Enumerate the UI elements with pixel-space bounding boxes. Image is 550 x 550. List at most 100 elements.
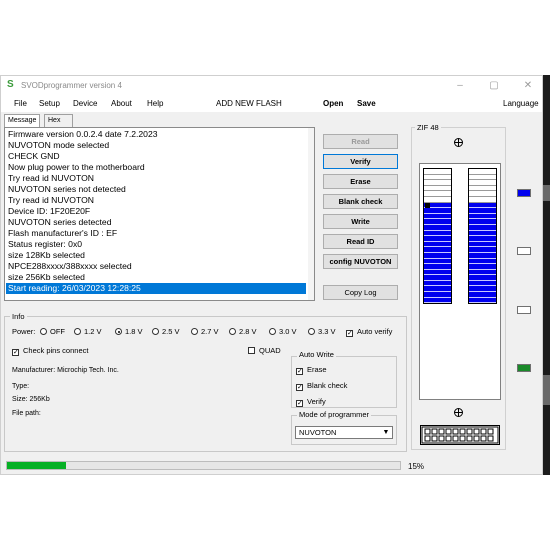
progress-text: 15% (408, 462, 425, 471)
background-window-edge (543, 75, 550, 475)
menu-save[interactable]: Save (357, 99, 376, 108)
checkmark-icon: ✓ (346, 330, 353, 337)
radio-off-icon (40, 328, 47, 335)
auto-write-erase-checkbox[interactable]: ✓ Erase (296, 365, 327, 375)
message-line[interactable]: Try read id NUVOTON (8, 195, 94, 206)
power-radio-3-0v[interactable]: 3.0 V (269, 327, 297, 336)
mode-label: Mode of programmer (297, 410, 372, 419)
checkbox-empty-icon (248, 347, 255, 354)
chevron-down-icon[interactable]: ▼ (380, 427, 392, 438)
message-line[interactable]: NUVOTON series detected (8, 217, 111, 228)
progress-fill (7, 462, 66, 469)
checkmark-icon: ✓ (296, 368, 303, 375)
message-line[interactable]: Now plug power to the motherboard (8, 162, 145, 173)
message-line[interactable]: Flash manufacturer's ID : EF (8, 228, 117, 239)
auto-write-blank-check-checkbox[interactable]: ✓ Blank check (296, 381, 347, 391)
message-line[interactable]: NPCE288xxxx/388xxxx selected (8, 261, 132, 272)
status-led-1 (517, 189, 531, 197)
radio-off-icon (191, 328, 198, 335)
verify-button[interactable]: Verify (323, 154, 398, 169)
power-radio-2-5v[interactable]: 2.5 V (152, 327, 180, 336)
message-log-scrollbar[interactable] (308, 128, 314, 300)
message-line[interactable]: Try read id NUVOTON (8, 173, 94, 184)
message-line-selected[interactable]: Start reading: 26/03/2023 12:28:25 (6, 283, 306, 294)
size-text: Size: 256Kb (12, 396, 50, 403)
window-title: SVODprogrammer version 4 (21, 81, 122, 90)
pin-one-marker-icon (425, 202, 430, 208)
status-bar: 15% (1, 461, 542, 474)
auto-verify-checkbox[interactable]: ✓ Auto verify (346, 327, 392, 337)
maximize-icon[interactable]: ▢ (479, 78, 509, 94)
message-line[interactable]: Firmware version 0.0.2.4 date 7.2.2023 (8, 129, 158, 140)
power-radio-3-3v[interactable]: 3.3 V (308, 327, 336, 336)
radio-on-icon (115, 328, 122, 335)
blank-check-button[interactable]: Blank check (323, 194, 398, 209)
zif-pin (469, 297, 496, 304)
power-radio-1-2v[interactable]: 1.2 V (74, 327, 102, 336)
menu-device[interactable]: Device (73, 99, 97, 108)
menu-help[interactable]: Help (147, 99, 163, 108)
menu-language[interactable]: Language (503, 99, 539, 108)
mode-select[interactable]: NUVOTON ▼ (295, 426, 393, 439)
menu-add-new-flash[interactable]: ADD NEW FLASH (216, 99, 282, 108)
type-text: Type: (12, 383, 30, 390)
info-label: Info (10, 312, 27, 321)
file-path-text: File path: (12, 410, 41, 417)
message-line[interactable]: size 256Kb selected (8, 272, 85, 283)
auto-write-label: Auto Write (297, 350, 336, 359)
radio-off-icon (229, 328, 236, 335)
zif-socket (419, 163, 501, 400)
menu-setup[interactable]: Setup (39, 99, 60, 108)
power-label: Power: (12, 327, 36, 336)
progress-bar (6, 461, 401, 470)
menu-open[interactable]: Open (323, 99, 343, 108)
message-line[interactable]: CHECK GND (8, 151, 60, 162)
zif-connector-icon (420, 425, 500, 445)
manufacturer-text: Manufacturer: Microchip Tech. Inc. (12, 367, 119, 374)
zif-pins-right (468, 168, 497, 305)
message-line[interactable]: Device ID: 1F20E20F (8, 206, 90, 217)
auto-write-verify-checkbox[interactable]: ✓ Verify (296, 397, 326, 407)
copy-log-button[interactable]: Copy Log (323, 285, 398, 300)
tab-message[interactable]: Message (4, 114, 41, 128)
power-radio-1-8v[interactable]: 1.8 V (115, 327, 143, 336)
message-line[interactable]: NUVOTON mode selected (8, 140, 109, 151)
message-line[interactable]: size 128Kb selected (8, 250, 85, 261)
status-led-3 (517, 306, 531, 314)
config-nuvoton-button[interactable]: config NUVOTON (323, 254, 398, 269)
mode-select-value: NUVOTON (299, 428, 337, 437)
status-led-4 (517, 364, 531, 372)
menu-file[interactable]: File (14, 99, 27, 108)
title-bar: S SVODprogrammer version 4 – ▢ ✕ (1, 76, 542, 96)
read-button[interactable]: Read (323, 134, 398, 149)
checkmark-icon: ✓ (12, 349, 19, 356)
message-line[interactable]: Status register: 0x0 (8, 239, 82, 250)
checkmark-icon: ✓ (296, 400, 303, 407)
message-line[interactable]: NUVOTON series not detected (8, 184, 126, 195)
message-log[interactable]: Firmware version 0.0.2.4 date 7.2.2023 NU… (4, 127, 315, 301)
power-radio-2-7v[interactable]: 2.7 V (191, 327, 219, 336)
power-radio-off[interactable]: OFF (40, 327, 65, 336)
zif-label: ZIF 48 (415, 123, 441, 132)
menu-bar: File Setup Device About Help ADD NEW FLA… (1, 96, 542, 112)
power-radio-2-8v[interactable]: 2.8 V (229, 327, 257, 336)
radio-off-icon (74, 328, 81, 335)
checkmark-icon: ✓ (296, 384, 303, 391)
write-button[interactable]: Write (323, 214, 398, 229)
app-icon: S (7, 79, 14, 90)
radio-off-icon (152, 328, 159, 335)
radio-off-icon (308, 328, 315, 335)
check-pins-checkbox[interactable]: ✓ Check pins connect (12, 346, 88, 356)
minimize-icon[interactable]: – (445, 78, 475, 94)
zif-pin (424, 297, 451, 304)
crosshair-bottom-icon (454, 408, 463, 417)
tab-hex-viewer[interactable]: Hex Viewer (44, 114, 74, 136)
erase-button[interactable]: Erase (323, 174, 398, 189)
status-led-2 (517, 247, 531, 255)
close-icon[interactable]: ✕ (513, 78, 543, 94)
app-window: S SVODprogrammer version 4 – ▢ ✕ File Se… (0, 75, 543, 475)
desktop-background (0, 0, 550, 75)
read-id-button[interactable]: Read ID (323, 234, 398, 249)
quad-checkbox[interactable]: QUAD (248, 346, 281, 355)
menu-about[interactable]: About (111, 99, 132, 108)
